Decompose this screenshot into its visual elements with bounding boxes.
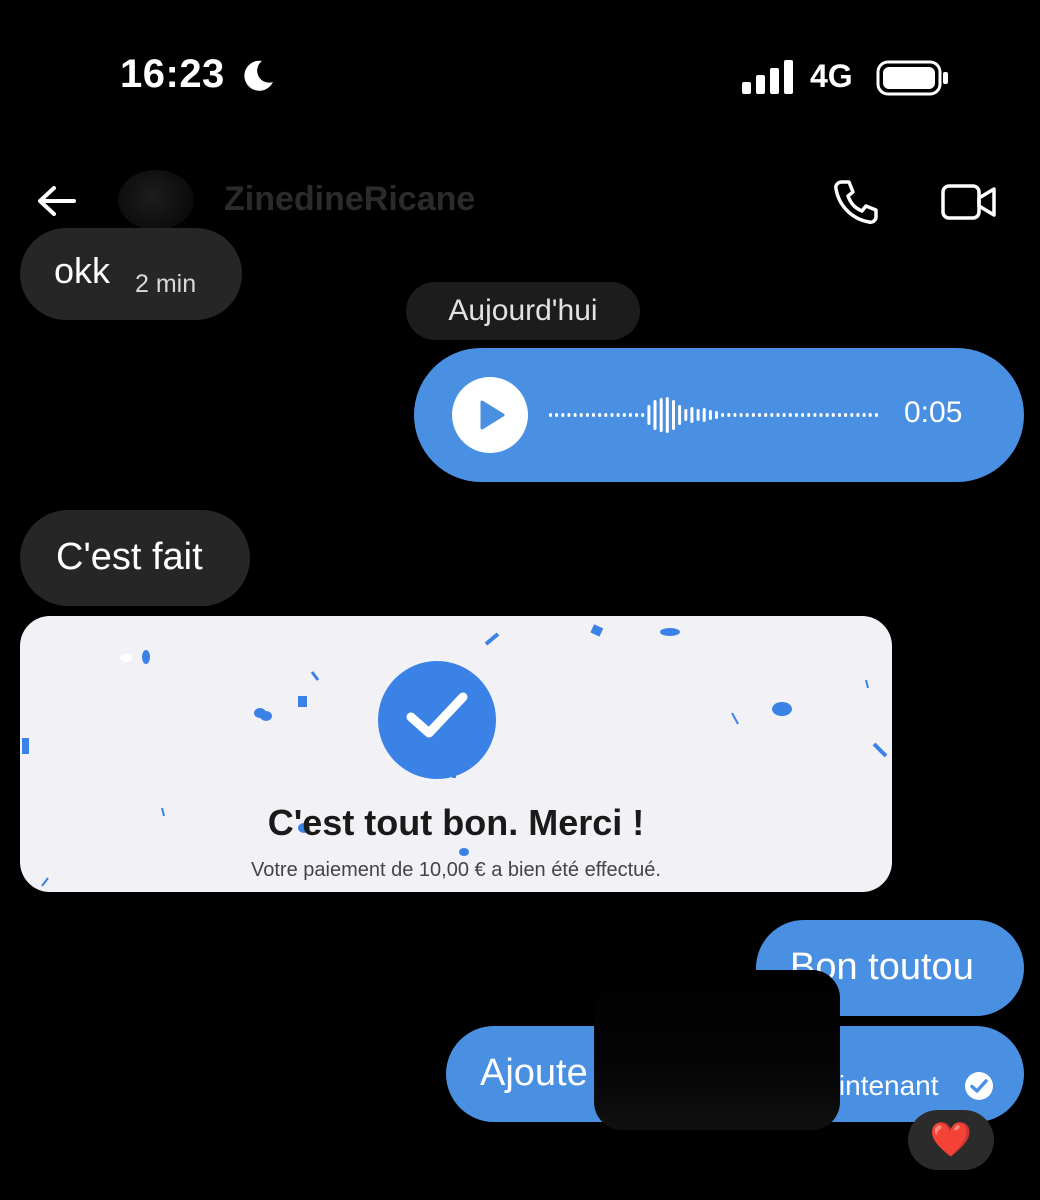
waveform-bar [794, 413, 798, 417]
waveform-bar [678, 405, 682, 425]
video-camera-icon[interactable] [940, 178, 998, 226]
waveform-bar [616, 413, 620, 417]
payment-subtitle: Votre paiement de 10,00 € a bien été eff… [251, 859, 661, 881]
waveform-bar [665, 397, 669, 433]
moon-icon [244, 60, 273, 91]
waveform-bar [868, 413, 872, 417]
network-type: 4G [810, 58, 853, 94]
waveform-bar [592, 413, 595, 417]
waveform-bar [758, 413, 761, 417]
waveform-bar [579, 413, 583, 417]
waveform-bar [874, 413, 878, 417]
waveform-bar [831, 413, 835, 417]
waveform-bar [672, 400, 675, 430]
voice-duration: 0:05 [904, 396, 963, 429]
waveform-bar [708, 410, 712, 420]
waveform-bar [604, 413, 608, 417]
waveform-bar [862, 413, 866, 417]
waveform-bar [807, 413, 811, 417]
waveform-bar [825, 413, 829, 417]
waveform-bar [788, 413, 792, 417]
message-text: okk [54, 250, 111, 291]
waveform-bar [702, 408, 706, 422]
audio-waveform[interactable] [548, 389, 880, 441]
check-circle-icon [378, 661, 496, 779]
waveform-bar [628, 413, 632, 417]
redaction-overlay [594, 970, 840, 1130]
waveform-bar [776, 413, 780, 417]
waveform-bar [715, 411, 718, 419]
battery-icon [876, 60, 948, 96]
waveform-bar [739, 413, 743, 417]
phone-icon[interactable] [830, 176, 882, 228]
contact-name[interactable]: ZinedineRicane [224, 180, 475, 219]
voice-message[interactable]: 0:05 [414, 348, 1024, 482]
play-icon [480, 400, 505, 430]
heart-reaction[interactable]: ❤️ [908, 1110, 994, 1170]
message-incoming-cest-fait[interactable]: C'est fait [20, 510, 250, 606]
date-separator: Aujourd'hui [406, 282, 640, 340]
message-timestamp: 2 min [135, 270, 197, 298]
waveform-bar [549, 413, 552, 417]
waveform-bar [690, 407, 694, 423]
waveform-bar [567, 413, 571, 417]
back-arrow-icon[interactable] [34, 178, 80, 224]
waveform-bar [856, 413, 860, 417]
waveform-bar [733, 413, 737, 417]
waveform-bar [770, 413, 774, 417]
waveform-bar [684, 409, 688, 421]
payment-confirmation-image[interactable]: C'est tout bon. Merci ! Votre paiement d… [20, 616, 892, 892]
waveform-bar [635, 413, 639, 417]
waveform-bar [801, 413, 805, 417]
waveform-bar [813, 413, 817, 417]
waveform-bar [782, 413, 786, 417]
payment-title: C'est tout bon. Merci ! [267, 802, 645, 843]
signal-icon [742, 60, 793, 94]
waveform-bar [751, 413, 755, 417]
waveform-bar [727, 413, 731, 417]
waveform-bar [838, 413, 841, 417]
waveform-bar [745, 413, 749, 417]
seen-check-icon [965, 1072, 993, 1100]
status-time: 16:23 [120, 52, 225, 96]
waveform-bar [585, 413, 589, 417]
waveform-bar [659, 398, 663, 432]
waveform-bar [819, 413, 823, 417]
play-button[interactable] [452, 377, 528, 453]
waveform-bar [653, 400, 657, 430]
waveform-bar [561, 413, 565, 417]
waveform-bar [764, 413, 768, 417]
waveform-bar [696, 409, 700, 421]
waveform-bar [622, 413, 626, 417]
waveform-bar [610, 413, 614, 417]
waveform-bar [844, 413, 848, 417]
waveform-bar [850, 413, 854, 417]
waveform-bar [573, 413, 577, 417]
waveform-bar [721, 413, 725, 417]
waveform-bar [555, 413, 559, 417]
waveform-bar [647, 405, 651, 425]
waveform-bar [641, 413, 645, 417]
contact-avatar[interactable] [118, 170, 194, 230]
message-text: C'est fait [56, 536, 203, 578]
message-incoming-okk[interactable]: okk 2 min [20, 228, 242, 320]
message-text: Ajoute [480, 1052, 588, 1094]
waveform-bar [598, 413, 602, 417]
